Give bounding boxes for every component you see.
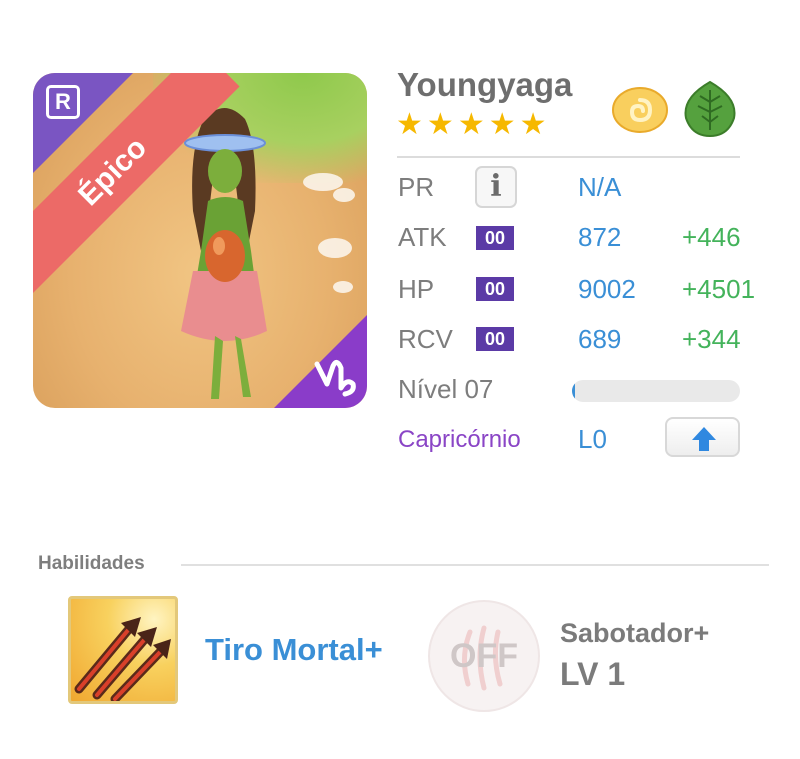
active-skill-name[interactable]: Tiro Mortal+ [205, 632, 383, 668]
hp-value: 9002 [578, 274, 636, 304]
active-skill-icon[interactable] [68, 596, 178, 704]
stats-divider [397, 156, 740, 158]
rcv-value: 689 [578, 324, 622, 354]
star-icon: ★ [488, 108, 516, 141]
atk-label: ATK [398, 222, 447, 252]
arrows-icon [74, 617, 171, 701]
character-name: Youngyaga [397, 66, 573, 103]
light-element-icon [612, 87, 668, 133]
leader-skill-name: Sabotador+ [560, 618, 710, 648]
star-icon: ★ [519, 108, 547, 141]
rarity-r-badge: R [46, 85, 80, 119]
hp-bonus: +4501 [682, 274, 756, 304]
pr-value: N/A [578, 172, 622, 202]
nature-element-icon [684, 80, 736, 138]
character-card[interactable]: Épico R [33, 73, 367, 408]
rcv-bonus: +344 [682, 324, 741, 354]
arrow-up-icon [692, 427, 716, 451]
rcv-tag: 00 [476, 327, 514, 351]
zodiac-level: L0 [578, 424, 607, 454]
atk-tag: 00 [476, 226, 514, 250]
info-button[interactable]: i [475, 166, 517, 208]
capricorn-icon [314, 360, 356, 397]
atk-bonus: +446 [682, 222, 741, 252]
level-label: Nível 07 [398, 374, 494, 404]
pr-label: PR [398, 172, 435, 202]
zodiac-label: Capricórnio [398, 426, 521, 453]
star-icon: ★ [426, 108, 454, 141]
hp-tag: 00 [476, 277, 514, 301]
level-progress-bar [572, 380, 740, 402]
leader-skill-icon[interactable]: OFF [428, 600, 540, 712]
upgrade-button[interactable] [665, 417, 740, 457]
skills-divider [181, 564, 769, 566]
level-progress-fill [572, 380, 576, 402]
star-icon: ★ [457, 108, 485, 141]
leader-skill-status: OFF [450, 637, 518, 675]
character-portrait [181, 107, 267, 399]
rock-decoration [333, 281, 353, 293]
rcv-label: RCV [398, 324, 453, 354]
rock-decoration [318, 238, 352, 258]
star-icon: ★ [396, 108, 423, 141]
leader-skill-level: LV 1 [560, 656, 626, 692]
atk-value: 872 [578, 222, 622, 252]
skills-heading: Habilidades [38, 553, 145, 574]
rock-decoration [333, 188, 355, 202]
hp-label: HP [398, 274, 435, 304]
star-rating: ★ ★ ★ ★ ★ [396, 110, 547, 140]
